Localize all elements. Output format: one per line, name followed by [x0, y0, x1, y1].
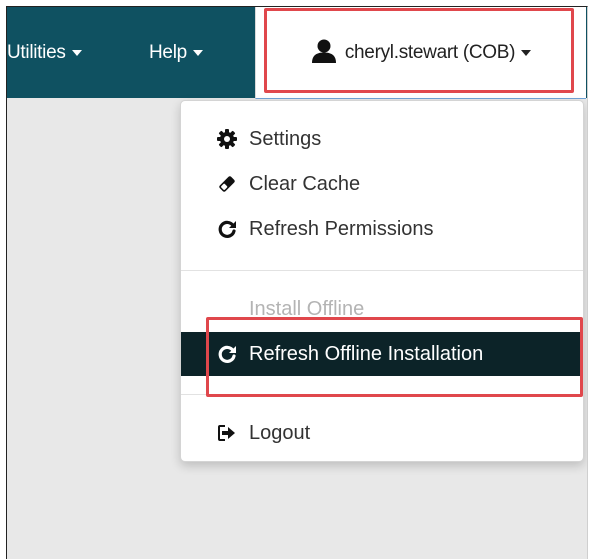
menu-item-settings[interactable]: Settings — [181, 119, 583, 159]
menu-item-install-offline[interactable]: Install Offline — [181, 289, 583, 329]
menu-item-refresh-permissions[interactable]: Refresh Permissions — [181, 209, 583, 249]
menu-divider — [181, 270, 583, 271]
user-icon — [311, 39, 336, 63]
menu-item-label: Logout — [249, 421, 311, 444]
gear-icon — [217, 129, 237, 149]
nav-utilities-label: Utilities — [7, 41, 66, 63]
menu-item-clear-cache[interactable]: Clear Cache — [181, 164, 583, 204]
user-name-label: cheryl.stewart (COB) — [344, 41, 516, 63]
eraser-icon — [219, 176, 235, 192]
refresh-icon — [218, 220, 236, 238]
menu-item-label: Install Offline — [249, 297, 365, 320]
menu-item-label: Settings — [249, 127, 322, 150]
logout-icon — [218, 425, 235, 441]
menu-item-logout[interactable]: Logout — [181, 413, 583, 453]
refresh-icon — [218, 345, 236, 363]
nav-utilities[interactable]: Utilities — [7, 7, 82, 98]
user-menu-toggle[interactable]: cheryl.stewart (COB) — [255, 7, 586, 99]
caret-down-icon — [192, 49, 203, 56]
caret-down-icon — [521, 49, 532, 56]
nav-help-label: Help — [149, 41, 187, 63]
nav-help[interactable]: Help — [149, 7, 203, 98]
menu-item-label: Clear Cache — [249, 172, 361, 195]
user-dropdown-menu: Settings Clear Cache Refresh Permissions… — [180, 100, 584, 462]
menu-item-label: Refresh Permissions — [249, 217, 434, 240]
app-frame: Utilities Help cheryl.stewart (COB) Sett… — [6, 6, 588, 559]
menu-item-label: Refresh Offline Installation — [249, 342, 484, 365]
menu-item-refresh-offline-installation[interactable]: Refresh Offline Installation — [181, 332, 583, 376]
caret-down-icon — [71, 49, 82, 56]
top-navbar: Utilities Help cheryl.stewart (COB) — [7, 7, 587, 99]
menu-divider — [181, 394, 583, 395]
